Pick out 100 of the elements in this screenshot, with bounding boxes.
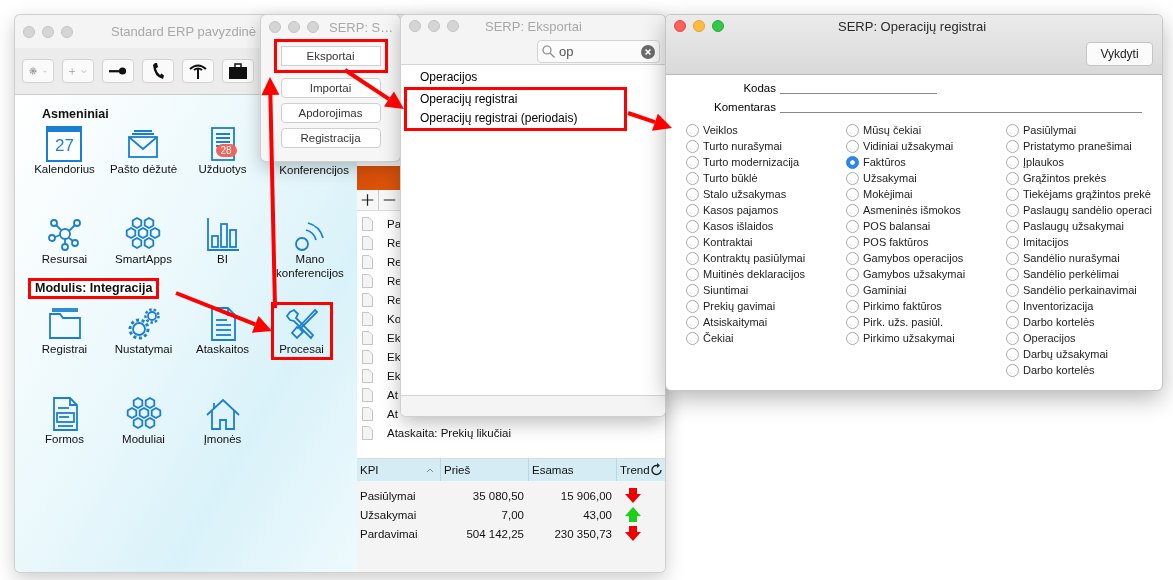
column-header[interactable]: Trend xyxy=(616,459,650,481)
window-zoom-button[interactable] xyxy=(307,21,319,33)
radio-option[interactable]: Kontraktai xyxy=(686,234,846,250)
module-tile[interactable]: BI xyxy=(191,212,254,270)
radio-option[interactable]: Paslaugų užsakymai xyxy=(1006,218,1162,234)
module-tile[interactable]: Nustatymai xyxy=(111,302,176,360)
window-minimize-button[interactable] xyxy=(42,25,54,38)
radio-option[interactable]: Sandėlio nurašymai xyxy=(1006,250,1162,266)
radio-option[interactable]: Pasiūlymai xyxy=(1006,122,1162,138)
column-header[interactable]: Esamas xyxy=(528,459,616,481)
clear-icon[interactable] xyxy=(641,44,655,59)
window-zoom-button[interactable] xyxy=(61,25,73,38)
radio-option[interactable]: Atsiskaitymai xyxy=(686,314,846,330)
module-tile[interactable]: Įmonės xyxy=(191,392,254,450)
radio-option[interactable]: Asmeninės išmokos xyxy=(846,202,1006,218)
radio-option[interactable]: Turto modernizacija xyxy=(686,154,846,170)
window-close-button[interactable] xyxy=(674,20,686,32)
radio-option[interactable]: Veiklos xyxy=(686,122,846,138)
radio-option[interactable]: Įplaukos xyxy=(1006,154,1162,170)
radio-option[interactable]: Kasos išlaidos xyxy=(686,218,846,234)
module-tile[interactable]: Registrai xyxy=(33,302,96,360)
column-header[interactable]: Prieš xyxy=(440,459,528,481)
radio-option[interactable]: Imitacijos xyxy=(1006,234,1162,250)
module-tile[interactable]: Ataskaitos xyxy=(191,302,254,360)
menu-button[interactable]: Importai xyxy=(280,78,381,98)
radio-option[interactable]: Vidiniai užsakymai xyxy=(846,138,1006,154)
module-tile[interactable]: SmartApps xyxy=(112,212,175,270)
toolbar-button[interactable] xyxy=(182,59,214,83)
window-minimize-button[interactable] xyxy=(288,21,300,33)
window-zoom-button[interactable] xyxy=(447,20,459,32)
radio-option[interactable]: Pirkimo faktūros xyxy=(846,298,1006,314)
honeycomb-icon xyxy=(125,396,162,432)
radio-option[interactable]: Grąžintos prekės xyxy=(1006,170,1162,186)
radio-option[interactable]: Muitinės deklaracijos xyxy=(686,266,846,282)
list-item[interactable]: Operacijos xyxy=(420,68,665,87)
module-tile[interactable]: Formos xyxy=(33,392,96,450)
radio-option[interactable]: POS faktūros xyxy=(846,234,1006,250)
radio-option[interactable]: Inventorizacija xyxy=(1006,298,1162,314)
radio-option[interactable]: Pirkimo užsakymai xyxy=(846,330,1006,346)
radio-option[interactable]: Kontraktų pasiūlymai xyxy=(686,250,846,266)
module-tile[interactable]: Resursai xyxy=(33,212,96,270)
radio-option[interactable]: Mūsų čekiai xyxy=(846,122,1006,138)
radio-option[interactable]: Operacijos xyxy=(1006,330,1162,346)
add-menu-button[interactable] xyxy=(62,59,94,83)
list-item[interactable]: At xyxy=(362,404,398,423)
module-tile[interactable]: 28 Užduotys xyxy=(191,122,254,180)
radio-option[interactable]: Darbo kortelės xyxy=(1006,362,1162,378)
list-item[interactable]: Ataskaita: Prekių likučiai xyxy=(362,423,511,442)
menu-button[interactable]: Eksportai xyxy=(273,39,388,73)
module-tile[interactable]: 27 Kalendorius xyxy=(31,122,98,180)
radio-option[interactable]: Mokėjimai xyxy=(846,186,1006,202)
radio-option[interactable]: Gamybos užsakymai xyxy=(846,266,1006,282)
list-item[interactable]: Operacijų registrai xyxy=(420,90,624,109)
radio-option[interactable]: Darbo kortelės xyxy=(1006,314,1162,330)
run-button[interactable]: Vykdyti xyxy=(1086,42,1153,66)
settings-menu-button[interactable] xyxy=(22,59,54,83)
radio-option[interactable]: Pristatymo pranešimai xyxy=(1006,138,1162,154)
radio-option[interactable]: Užsakymai xyxy=(846,170,1006,186)
toolbar-button[interactable] xyxy=(142,59,174,83)
radio-option[interactable]: Gamybos operacijos xyxy=(846,250,1006,266)
list-item[interactable]: Ek xyxy=(362,347,401,366)
radio-option[interactable]: Čekiai xyxy=(686,330,846,346)
radio-option[interactable]: Kasos pajamos xyxy=(686,202,846,218)
radio-option[interactable]: Darbų užsakymai xyxy=(1006,346,1162,362)
module-tile[interactable]: Mano konferencijos xyxy=(268,212,352,284)
module-tile[interactable]: Pašto dėžutė xyxy=(106,122,181,180)
radio-option[interactable]: Siuntimai xyxy=(686,282,846,298)
radio-option[interactable]: Turto būklė xyxy=(686,170,846,186)
list-item[interactable]: Pa xyxy=(362,214,402,233)
radio-option[interactable]: POS balansai xyxy=(846,218,1006,234)
radio-option[interactable]: Turto nurašymai xyxy=(686,138,846,154)
list-item[interactable]: Ek xyxy=(362,366,401,385)
module-tile[interactable]: Konferencijos xyxy=(276,159,352,181)
window-minimize-button[interactable] xyxy=(428,20,440,32)
module-tile[interactable]: Moduliai xyxy=(112,392,175,450)
window-close-button[interactable] xyxy=(269,21,281,33)
radio-option[interactable]: Sandėlio perkėlimai xyxy=(1006,266,1162,282)
search-field[interactable]: op xyxy=(537,40,660,63)
radio-option[interactable]: Prekių gavimai xyxy=(686,298,846,314)
toolbar-button[interactable] xyxy=(102,59,134,83)
radio-option[interactable]: Sandėlio perkainavimai xyxy=(1006,282,1162,298)
radio-option[interactable]: Tiekėjams grąžintos prekė xyxy=(1006,186,1162,202)
menu-button[interactable]: Apdorojimas xyxy=(280,103,381,123)
radio-option[interactable]: Pirk. užs. pasiūl. xyxy=(846,314,1006,330)
refresh-icon[interactable] xyxy=(650,463,664,477)
toolbar-button[interactable] xyxy=(222,59,254,83)
radio-option[interactable]: Gaminiai xyxy=(846,282,1006,298)
radio-option[interactable]: Faktūros xyxy=(846,154,1006,170)
list-item[interactable]: Ek xyxy=(362,328,401,347)
list-item[interactable]: Operacijų registrai (periodais) xyxy=(420,109,624,128)
window-close-button[interactable] xyxy=(409,20,421,32)
list-item[interactable]: At xyxy=(362,385,398,404)
module-tile[interactable]: Procesai xyxy=(270,302,333,360)
window-close-button[interactable] xyxy=(23,25,35,38)
menu-button[interactable]: Registracija xyxy=(280,128,381,148)
window-minimize-button[interactable] xyxy=(693,20,705,32)
radio-option[interactable]: Paslaugų sandėlio operaci xyxy=(1006,202,1162,218)
window-zoom-button[interactable] xyxy=(712,20,724,32)
column-header[interactable]: KPI xyxy=(357,459,440,481)
radio-option[interactable]: Stalo užsakymas xyxy=(686,186,846,202)
